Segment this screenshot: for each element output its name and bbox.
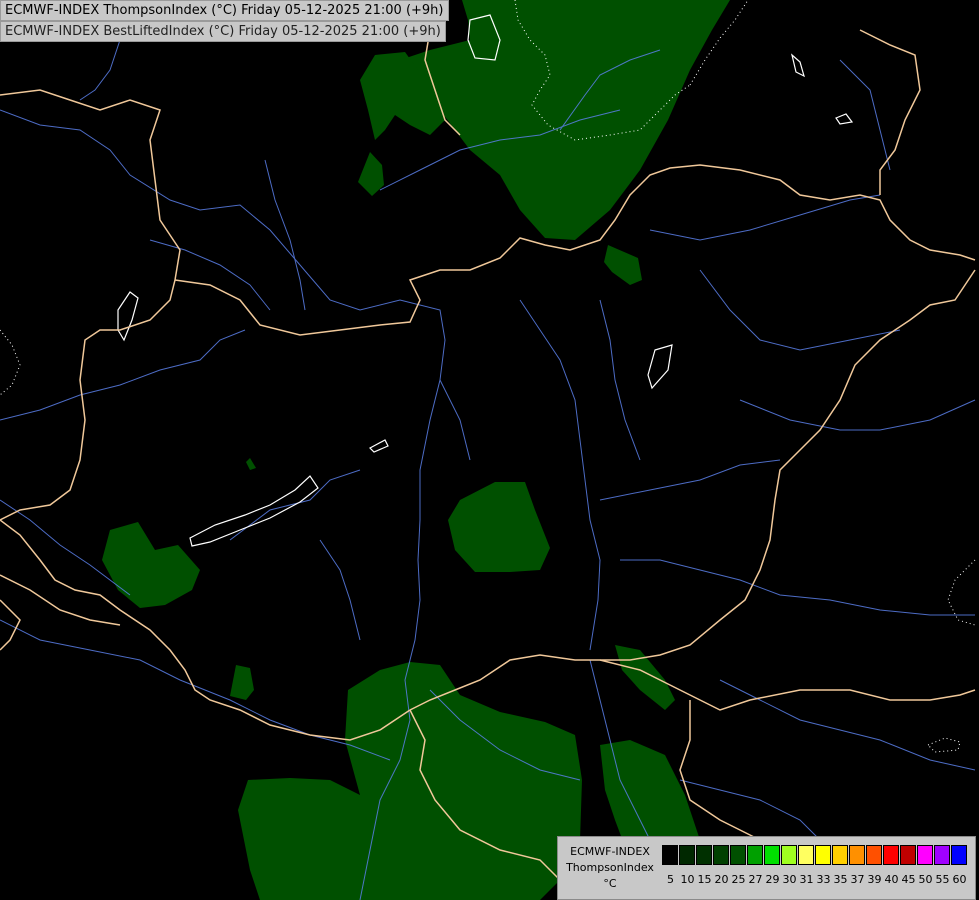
legend-swatch [951,845,967,865]
legend-source: ECMWF-INDEX [570,845,650,858]
legend-tick-label: 27 [748,873,763,886]
legend-ticks: 5 10 15 20 25 27 29 30 31 33 35 37 39 40 45 50 55 60 [662,873,968,886]
legend-swatch [764,845,780,865]
legend-tick-label: 10 [680,873,695,886]
legend-unit: °C [603,877,617,890]
legend-tick-label: 33 [816,873,831,886]
legend-tick-label: 40 [884,873,899,886]
legend-tick-label: 37 [850,873,865,886]
legend-tick-label: 29 [765,873,780,886]
weather-map [0,0,979,900]
legend-swatch [815,845,831,865]
legend-swatch [917,845,933,865]
legend-swatch [832,845,848,865]
legend-swatch [883,845,899,865]
legend-swatch [866,845,882,865]
legend-swatches [662,845,968,865]
legend-swatch [781,845,797,865]
legend-tick-label: 25 [731,873,746,886]
map-title-primary: ECMWF-INDEX ThompsonIndex (°C) Friday 05… [0,0,449,21]
legend-swatch [713,845,729,865]
legend-swatch [662,845,678,865]
legend-tick-label: 39 [867,873,882,886]
legend-swatch [679,845,695,865]
legend-swatch [798,845,814,865]
legend-swatch [696,845,712,865]
legend-tick-label: 31 [799,873,814,886]
legend-swatch [849,845,865,865]
legend-parameter: ThompsonIndex [566,861,654,874]
legend-tick-label: 5 [667,873,674,886]
legend-swatch [730,845,746,865]
legend-swatch [900,845,916,865]
legend-tick-label: 20 [714,873,729,886]
color-legend: ECMWF-INDEX ThompsonIndex °C 5 10 15 20 25 27… [557,836,976,900]
legend-swatch [934,845,950,865]
map-title-secondary: ECMWF-INDEX BestLiftedIndex (°C) Friday … [0,21,446,42]
legend-tick-label: 60 [952,873,967,886]
legend-tick-label: 15 [697,873,712,886]
legend-tick-label: 35 [833,873,848,886]
legend-tick-label: 45 [901,873,916,886]
legend-tick-label: 55 [935,873,950,886]
legend-tick-label: 50 [918,873,933,886]
legend-tick-label: 30 [782,873,797,886]
legend-swatch [747,845,763,865]
